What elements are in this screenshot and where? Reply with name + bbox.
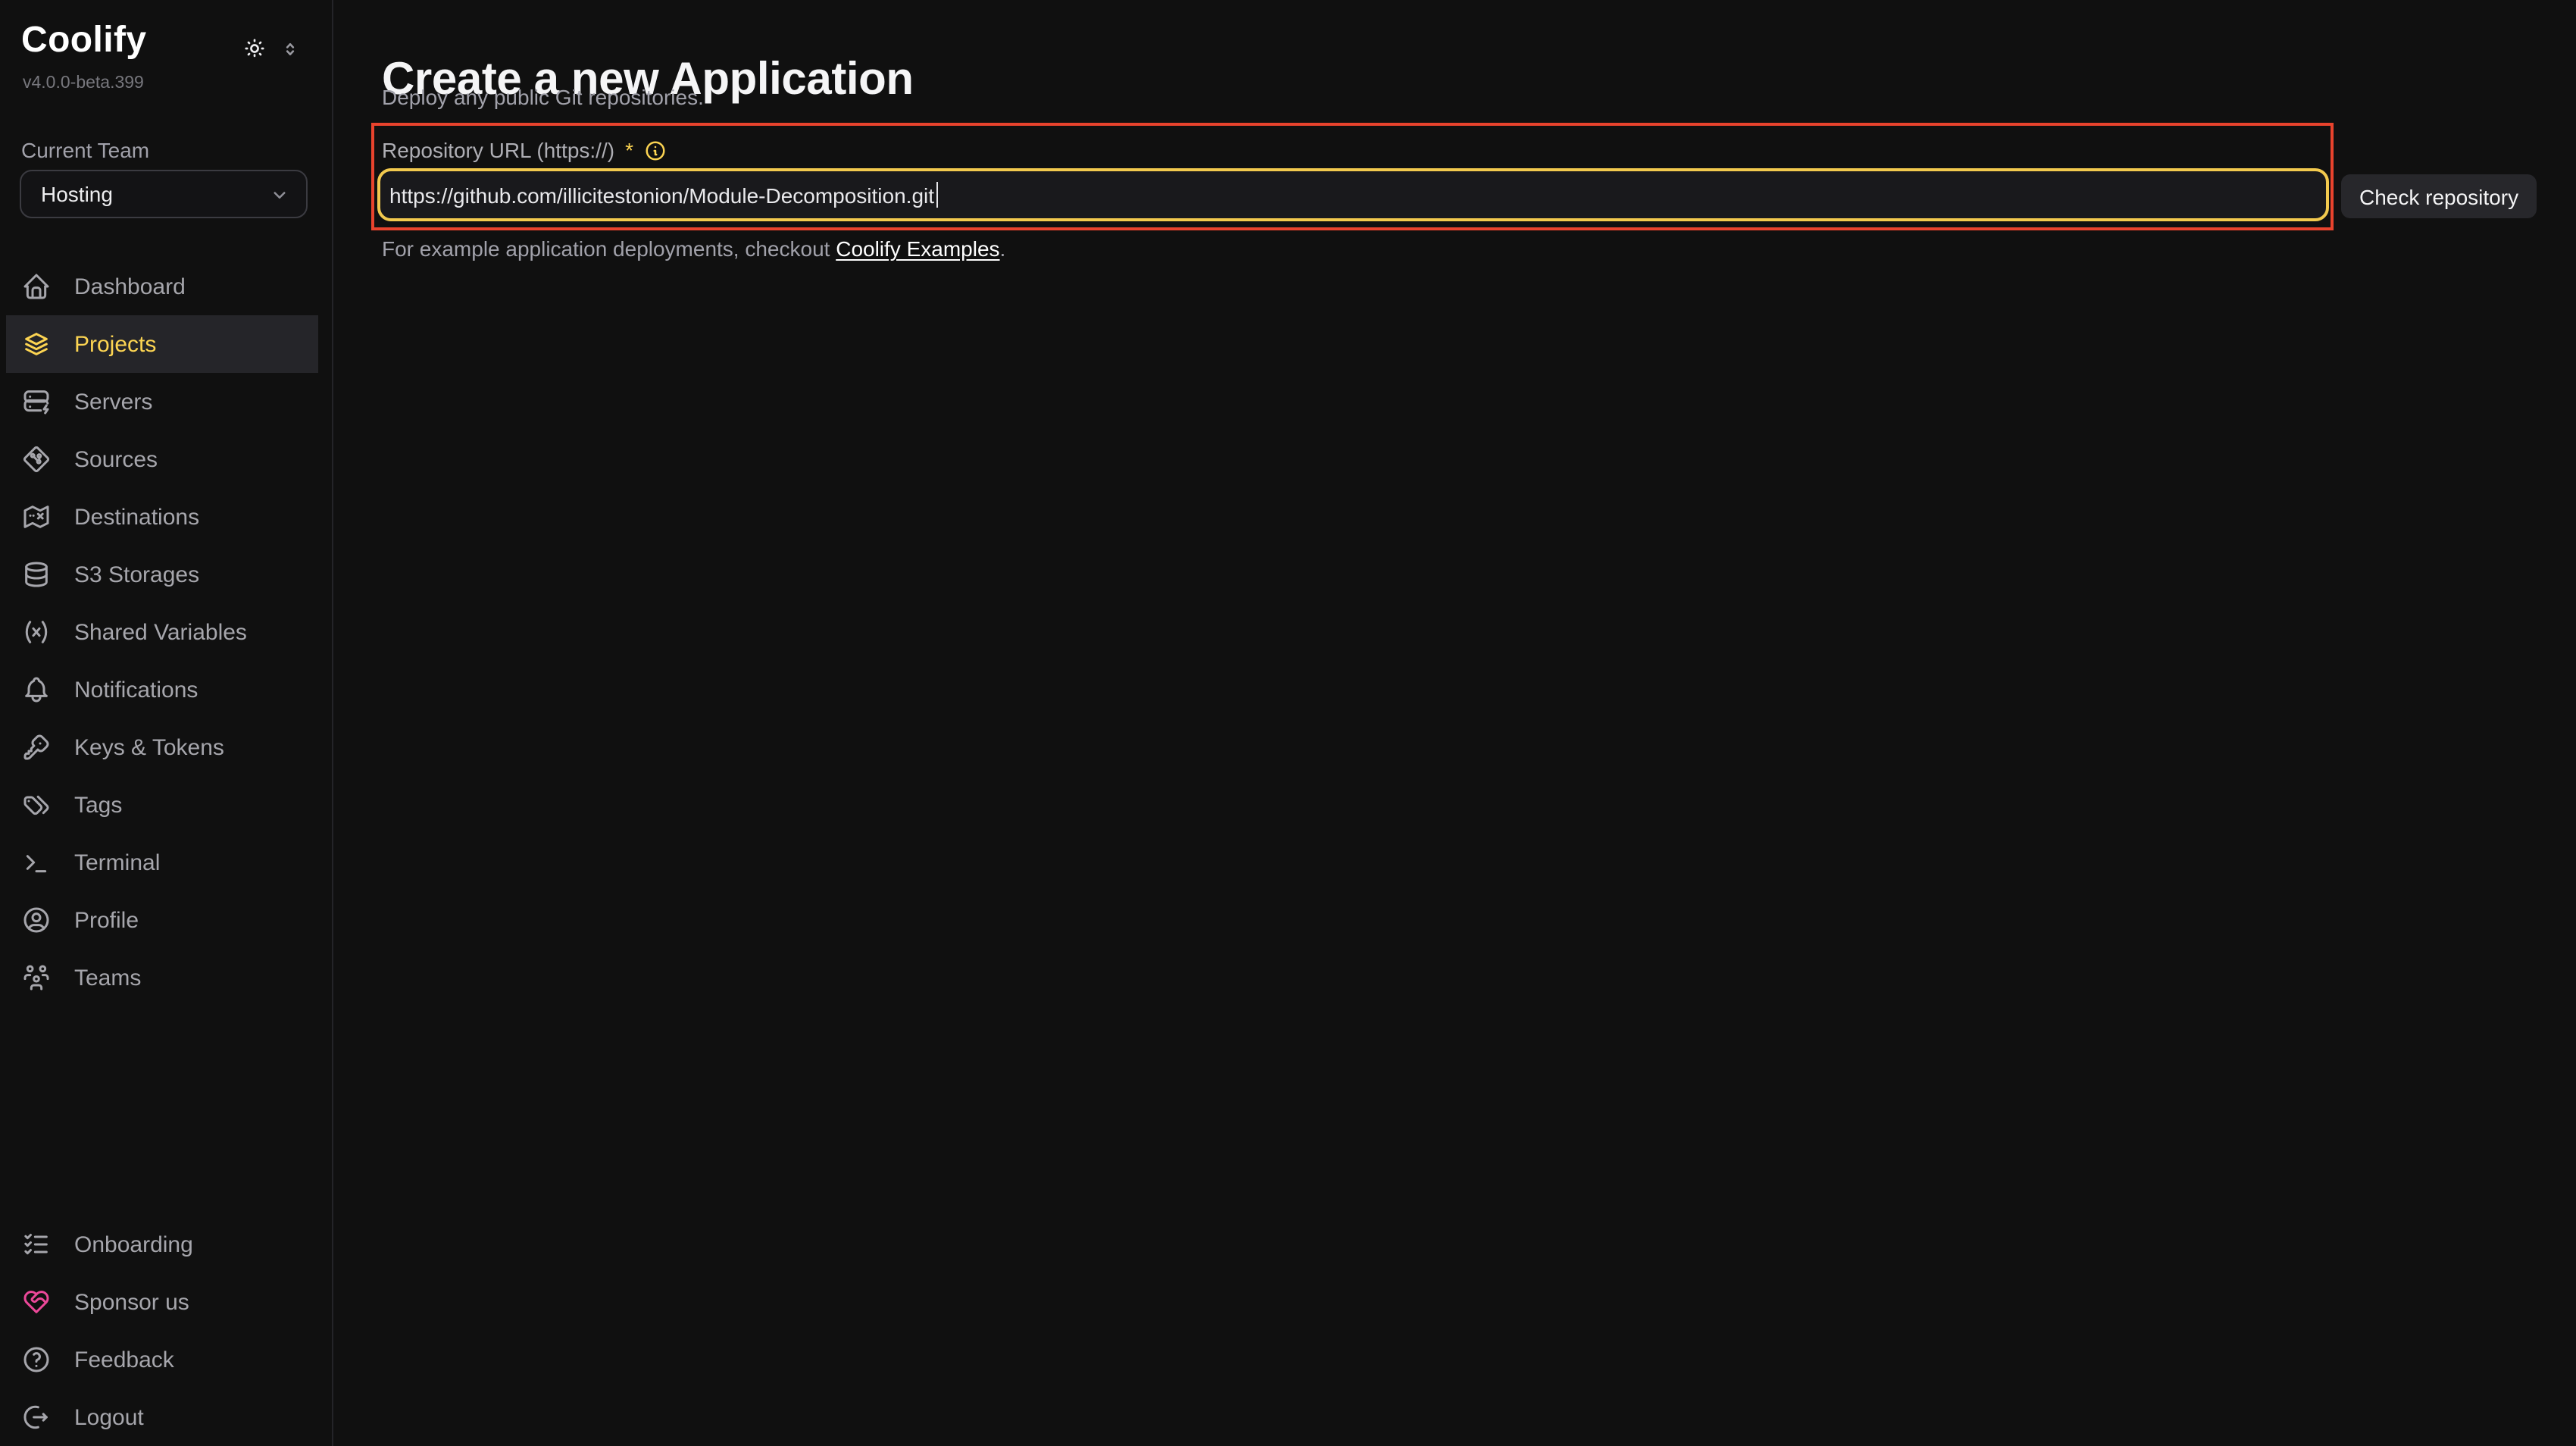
layers-icon bbox=[21, 329, 52, 359]
sidebar-top-icons bbox=[242, 36, 300, 61]
sidebar-item-label: Terminal bbox=[74, 850, 160, 875]
coolify-examples-link[interactable]: Coolify Examples bbox=[836, 236, 999, 261]
map-icon bbox=[21, 502, 52, 532]
sidebar-item-feedback[interactable]: Feedback bbox=[6, 1331, 318, 1388]
sidebar-item-teams[interactable]: Teams bbox=[6, 949, 318, 1006]
sidebar-item-logout[interactable]: Logout bbox=[6, 1388, 318, 1446]
sidebar-item-label: Tags bbox=[74, 792, 122, 818]
sidebar-item-label: Profile bbox=[74, 907, 139, 933]
sidebar-item-keys-tokens[interactable]: Keys & Tokens bbox=[6, 718, 318, 776]
required-asterisk: * bbox=[625, 138, 633, 162]
team-select-value: Hosting bbox=[41, 182, 113, 206]
tags-icon bbox=[21, 790, 52, 820]
sidebar-item-label: Sources bbox=[74, 446, 158, 472]
terminal-icon bbox=[21, 847, 52, 878]
theme-toggle-sun-icon[interactable] bbox=[242, 36, 267, 61]
helper-text: For example application deployments, che… bbox=[382, 236, 1005, 261]
sidebar-item-label: Teams bbox=[74, 965, 141, 991]
sidebar-item-label: S3 Storages bbox=[74, 562, 199, 587]
sidebar-item-label: Shared Variables bbox=[74, 619, 247, 645]
app-window: Coolify v4.0.0-beta.399 Current Team Hos… bbox=[0, 0, 2576, 1446]
sidebar-item-dashboard[interactable]: Dashboard bbox=[6, 258, 318, 315]
sidebar-collapse-icon[interactable] bbox=[280, 39, 300, 58]
sidebar-item-label: Notifications bbox=[74, 677, 198, 703]
user-circle-icon bbox=[21, 905, 52, 935]
git-icon bbox=[21, 444, 52, 474]
sidebar-item-label: Destinations bbox=[74, 504, 199, 530]
sidebar: Coolify v4.0.0-beta.399 Current Team Hos… bbox=[0, 0, 333, 1446]
info-icon[interactable] bbox=[644, 139, 667, 161]
repository-url-value: https://github.com/illicitestonion/Modul… bbox=[389, 183, 934, 207]
server-icon bbox=[21, 387, 52, 417]
sidebar-item-s3-storages[interactable]: S3 Storages bbox=[6, 546, 318, 603]
heart-handshake-icon bbox=[21, 1287, 52, 1317]
sidebar-item-sponsor-us[interactable]: Sponsor us bbox=[6, 1273, 318, 1331]
sidebar-item-tags[interactable]: Tags bbox=[6, 776, 318, 834]
checklist-icon bbox=[21, 1229, 52, 1260]
sidebar-item-sources[interactable]: Sources bbox=[6, 430, 318, 488]
bell-icon bbox=[21, 674, 52, 705]
page-subtitle: Deploy any public Git repositories. bbox=[382, 85, 704, 109]
text-caret bbox=[936, 182, 938, 208]
check-repository-button[interactable]: Check repository bbox=[2341, 174, 2537, 218]
sidebar-item-label: Onboarding bbox=[74, 1232, 193, 1257]
help-circle-icon bbox=[21, 1344, 52, 1375]
sidebar-item-label: Projects bbox=[74, 331, 156, 357]
sidebar-item-servers[interactable]: Servers bbox=[6, 373, 318, 430]
sidebar-item-onboarding[interactable]: Onboarding bbox=[6, 1216, 318, 1273]
variable-icon bbox=[21, 617, 52, 647]
key-icon bbox=[21, 732, 52, 762]
sidebar-item-label: Logout bbox=[74, 1404, 144, 1430]
home-icon bbox=[21, 271, 52, 302]
helper-suffix: . bbox=[1000, 236, 1006, 261]
app-version: v4.0.0-beta.399 bbox=[23, 74, 144, 92]
sidebar-item-label: Keys & Tokens bbox=[74, 734, 224, 760]
chevron-down-icon bbox=[268, 183, 291, 205]
repository-url-label: Repository URL (https://) bbox=[382, 138, 614, 162]
sidebar-item-label: Feedback bbox=[74, 1347, 174, 1372]
database-icon bbox=[21, 559, 52, 590]
team-select[interactable]: Hosting bbox=[20, 170, 308, 218]
sidebar-item-label: Dashboard bbox=[74, 274, 186, 299]
app-logo[interactable]: Coolify bbox=[21, 20, 146, 62]
current-team-label: Current Team bbox=[21, 138, 149, 162]
sidebar-item-notifications[interactable]: Notifications bbox=[6, 661, 318, 718]
users-group-icon bbox=[21, 962, 52, 993]
sidebar-item-projects[interactable]: Projects bbox=[6, 315, 318, 373]
sidebar-item-destinations[interactable]: Destinations bbox=[6, 488, 318, 546]
logout-icon bbox=[21, 1402, 52, 1432]
sidebar-footer-nav: Onboarding Sponsor us Feedback Logout bbox=[0, 1216, 332, 1446]
helper-prefix: For example application deployments, che… bbox=[382, 236, 836, 261]
repository-url-label-row: Repository URL (https://) * bbox=[382, 138, 667, 162]
sidebar-item-profile[interactable]: Profile bbox=[6, 891, 318, 949]
sidebar-nav: Dashboard Projects Servers Sources Destinati… bbox=[0, 258, 332, 1006]
sidebar-item-label: Sponsor us bbox=[74, 1289, 189, 1315]
sidebar-item-label: Servers bbox=[74, 389, 152, 415]
repository-url-input[interactable]: https://github.com/illicitestonion/Modul… bbox=[377, 168, 2329, 221]
sidebar-item-terminal[interactable]: Terminal bbox=[6, 834, 318, 891]
sidebar-item-shared-variables[interactable]: Shared Variables bbox=[6, 603, 318, 661]
